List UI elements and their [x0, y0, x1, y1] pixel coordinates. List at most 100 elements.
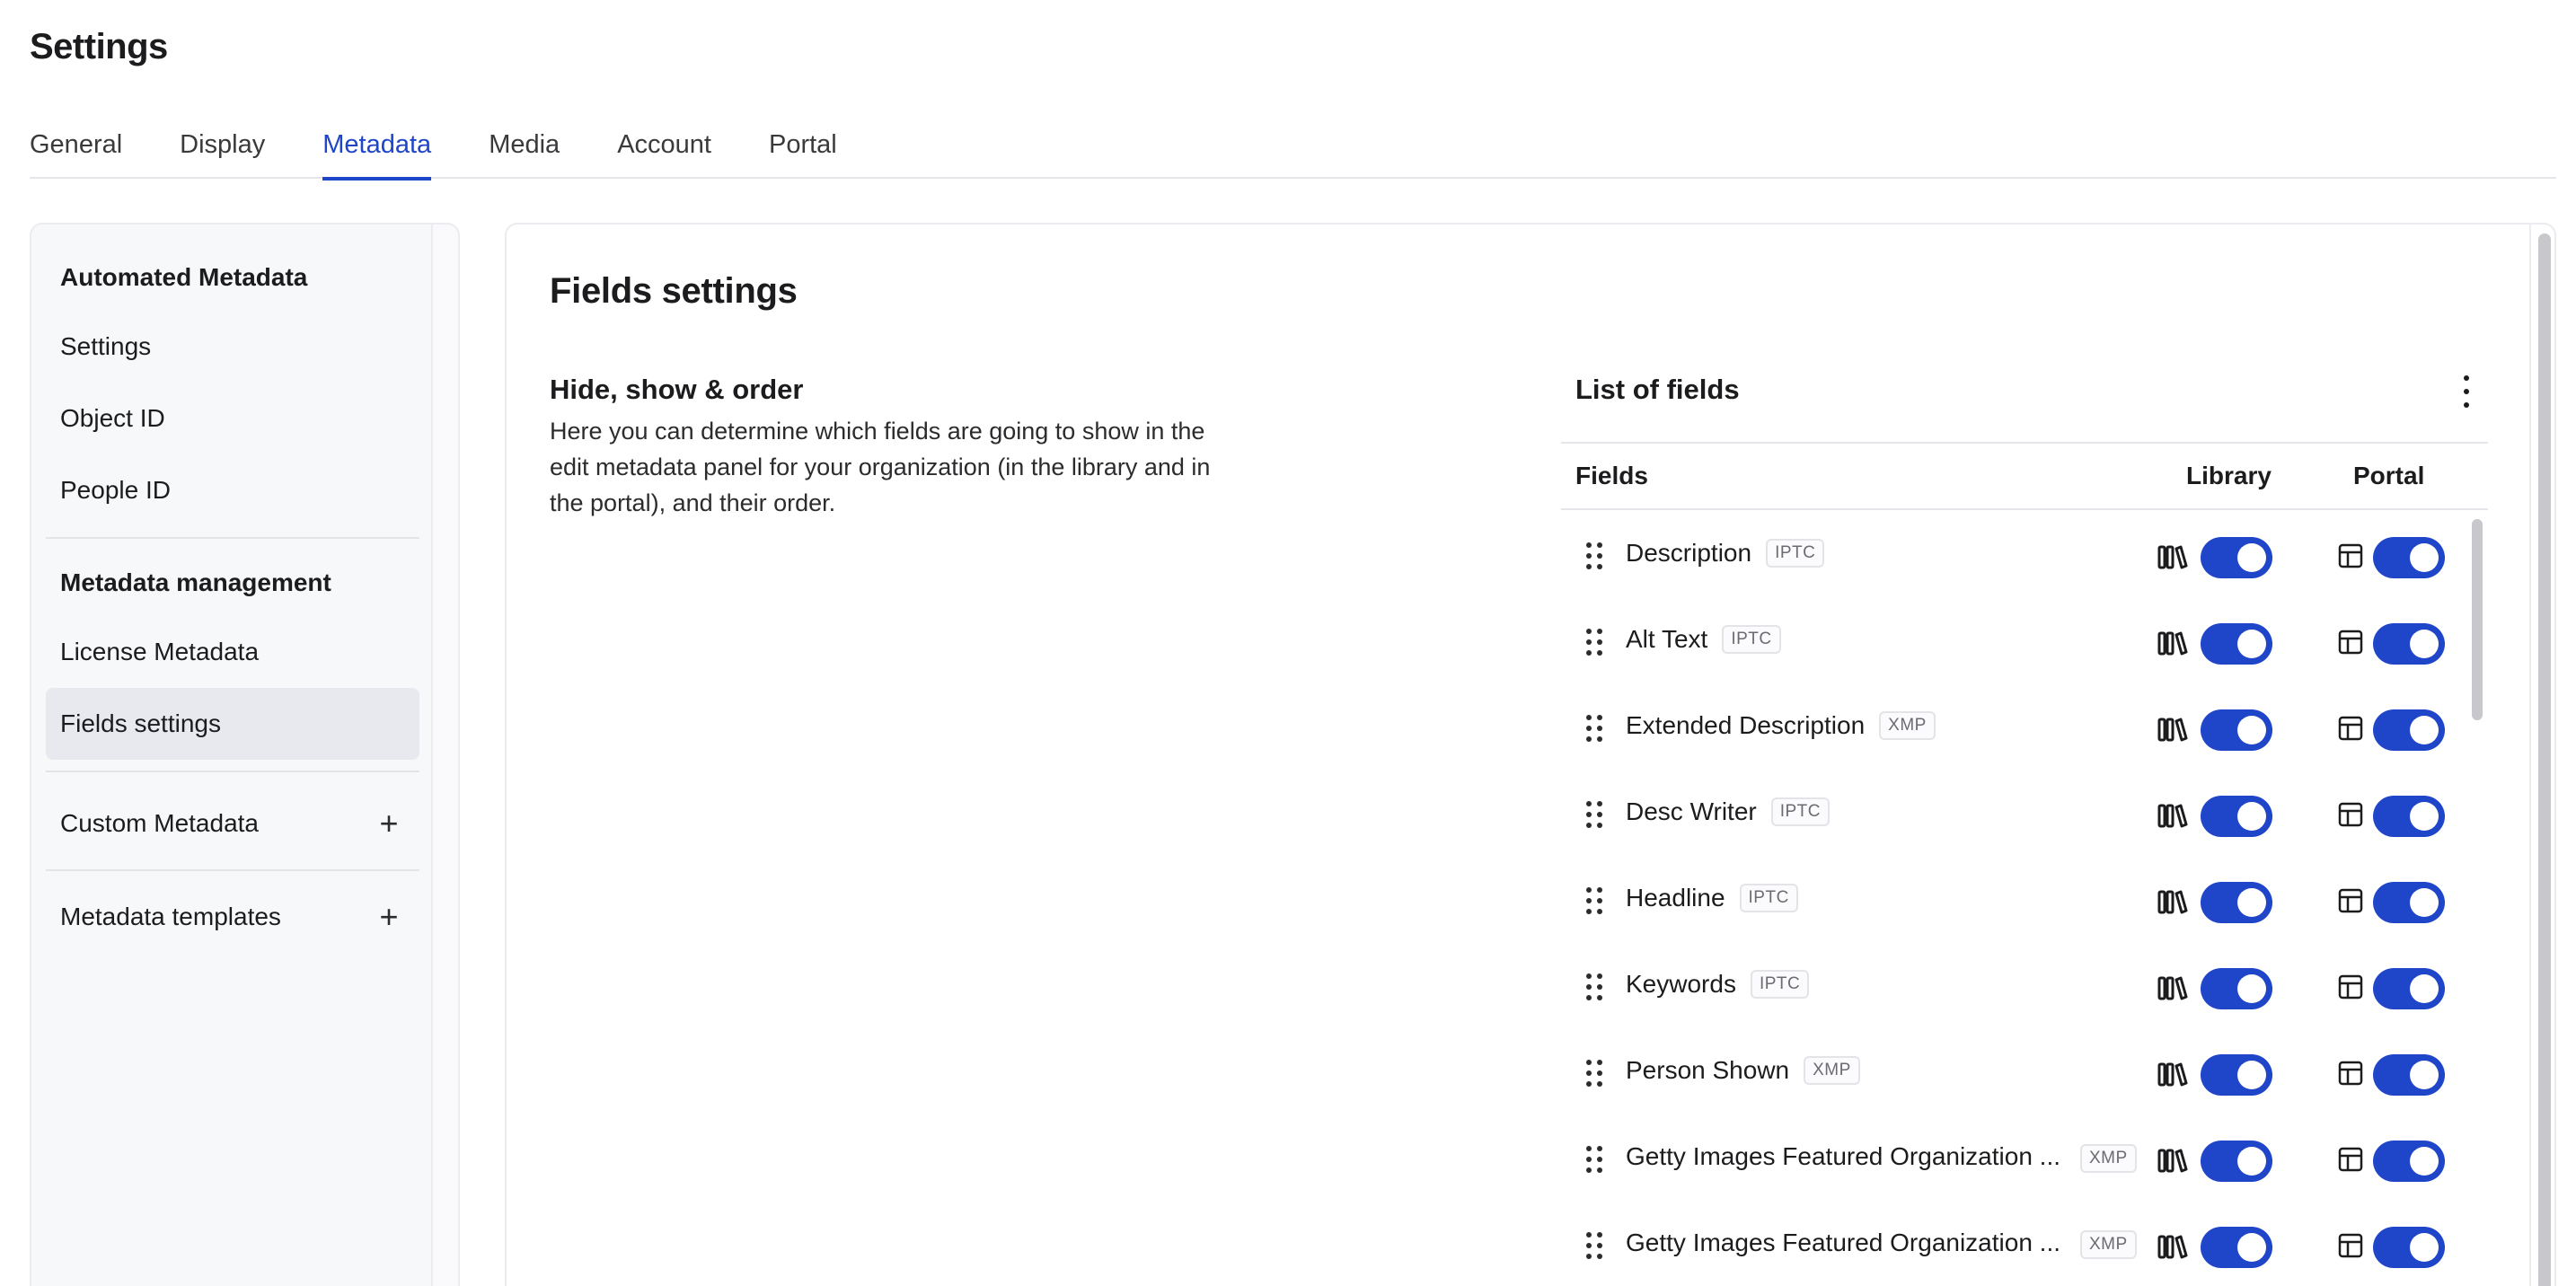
page-title: Settings: [30, 27, 168, 66]
library-icon: [2157, 718, 2188, 742]
field-name: Alt Text IPTC: [1626, 625, 1781, 654]
portal-toggle[interactable]: [2373, 1054, 2445, 1096]
sidebar: Automated Metadata Settings Object ID Pe…: [30, 223, 460, 1286]
drag-handle-icon[interactable]: [1586, 1146, 1602, 1173]
portal-toggle[interactable]: [2373, 537, 2445, 578]
library-icon: [2157, 545, 2188, 569]
table-row: Getty Images Featured Organization ... X…: [1561, 1117, 2459, 1203]
table-row: Alt Text IPTC: [1561, 600, 2459, 686]
drag-handle-icon[interactable]: [1586, 715, 1602, 742]
table-row: Getty Images Featured Organization ... X…: [1561, 1203, 2459, 1286]
field-name-text: Getty Images Featured Organization ...: [1626, 1142, 2061, 1170]
drag-handle-icon[interactable]: [1586, 629, 1602, 656]
tab-account[interactable]: Account: [617, 124, 711, 179]
list-title: List of fields: [1575, 374, 1740, 405]
field-name-text: Description: [1626, 539, 1752, 567]
section-description: Here you can determine which fields are …: [550, 418, 1211, 516]
library-toggle[interactable]: [2201, 1227, 2272, 1268]
table-row: Desc Writer IPTC: [1561, 772, 2459, 859]
sidebar-item-settings[interactable]: Settings: [46, 311, 419, 383]
drag-handle-icon[interactable]: [1586, 801, 1602, 828]
fields-table-header: Fields Library Portal: [1561, 442, 2488, 510]
field-name: Getty Images Featured Organization ...: [1626, 1229, 2060, 1257]
drag-handle-icon[interactable]: [1586, 1060, 1602, 1087]
field-name-text: Extended Description: [1626, 711, 1866, 739]
library-toggle[interactable]: [2201, 968, 2272, 1009]
drag-handle-icon[interactable]: [1586, 1232, 1602, 1259]
list-scrollbar[interactable]: [2472, 519, 2483, 720]
library-toggle[interactable]: [2201, 1054, 2272, 1096]
portal-icon: [2338, 802, 2363, 827]
tab-display[interactable]: Display: [180, 124, 265, 179]
field-name-text: Alt Text: [1626, 625, 1708, 653]
section-title: Hide, show & order: [550, 374, 804, 405]
field-standard-badge: IPTC: [1722, 625, 1781, 654]
library-toggle[interactable]: [2201, 1141, 2272, 1182]
sidebar-divider: [46, 771, 419, 772]
library-toggle[interactable]: [2201, 709, 2272, 751]
portal-toggle[interactable]: [2373, 796, 2445, 837]
library-toggle[interactable]: [2201, 882, 2272, 923]
tab-general[interactable]: General: [30, 124, 122, 179]
field-name-text: Headline: [1626, 884, 1725, 912]
field-standard-badge: XMP: [2080, 1144, 2137, 1173]
library-toggle[interactable]: [2201, 796, 2272, 837]
field-name: Desc Writer IPTC: [1626, 797, 1830, 826]
library-toggle[interactable]: [2201, 537, 2272, 578]
library-icon: [2157, 1235, 2188, 1259]
table-row: Keywords IPTC: [1561, 945, 2459, 1031]
library-icon: [2157, 1062, 2188, 1087]
portal-icon: [2338, 630, 2363, 655]
drag-handle-icon[interactable]: [1586, 542, 1602, 569]
portal-toggle[interactable]: [2373, 882, 2445, 923]
portal-toggle[interactable]: [2373, 709, 2445, 751]
library-icon: [2157, 976, 2188, 1000]
field-standard-badge: IPTC: [1739, 884, 1798, 912]
panel-title: Fields settings: [550, 271, 798, 311]
portal-icon: [2338, 1233, 2363, 1258]
drag-handle-icon[interactable]: [1586, 887, 1602, 914]
library-icon: [2157, 804, 2188, 828]
sidebar-item-metadata-templates[interactable]: Metadata templates +: [46, 876, 419, 957]
plus-icon[interactable]: +: [373, 783, 405, 864]
portal-toggle[interactable]: [2373, 968, 2445, 1009]
portal-icon: [2338, 1061, 2363, 1086]
tab-portal[interactable]: Portal: [769, 124, 837, 179]
table-row: Headline IPTC: [1561, 859, 2459, 945]
portal-icon: [2338, 1147, 2363, 1172]
plus-icon[interactable]: +: [373, 876, 405, 957]
library-icon: [2157, 631, 2188, 656]
panel-scrollbar-thumb[interactable]: [2538, 233, 2551, 1286]
sidebar-item-object-id[interactable]: Object ID: [46, 383, 419, 454]
field-standard-badge: IPTC: [1770, 797, 1830, 826]
fields-settings-panel: Fields settings Hide, show & order Here …: [505, 223, 2556, 1286]
sidebar-heading-automated: Automated Metadata: [60, 263, 308, 291]
sidebar-item-fields-settings[interactable]: Fields settings: [46, 688, 419, 760]
fields-list: List of fields Fields Library Portal Des…: [1561, 357, 2488, 1286]
portal-icon: [2338, 974, 2363, 1000]
sidebar-item-custom-metadata[interactable]: Custom Metadata +: [46, 783, 419, 864]
portal-toggle[interactable]: [2373, 1141, 2445, 1182]
sidebar-divider: [46, 869, 419, 871]
more-options-icon[interactable]: [2457, 375, 2475, 408]
sidebar-item-label: Metadata templates: [60, 903, 281, 930]
tab-media[interactable]: Media: [489, 124, 560, 179]
field-name: Description IPTC: [1626, 539, 1825, 568]
sidebar-scrollbar[interactable]: [431, 225, 458, 1286]
field-name: Extended Description XMP: [1626, 711, 1936, 740]
sidebar-item-license-metadata[interactable]: License Metadata: [46, 616, 419, 688]
drag-handle-icon[interactable]: [1586, 973, 1602, 1000]
library-toggle[interactable]: [2201, 623, 2272, 665]
sidebar-item-people-id[interactable]: People ID: [46, 454, 419, 526]
field-name: Getty Images Featured Organization ...: [1626, 1142, 2060, 1171]
portal-toggle[interactable]: [2373, 1227, 2445, 1268]
tab-metadata[interactable]: Metadata: [322, 124, 431, 181]
field-name-text: Keywords: [1626, 970, 1736, 998]
portal-toggle[interactable]: [2373, 623, 2445, 665]
fields-rows: Description IPTC Alt Text IPTC Extended …: [1561, 514, 2459, 1286]
field-standard-badge: IPTC: [1766, 539, 1825, 568]
settings-tabs: General Display Metadata Media Account P…: [30, 124, 2556, 181]
column-header-portal: Portal: [2353, 462, 2425, 489]
field-name: Person Shown XMP: [1626, 1056, 1860, 1085]
panel-scrollbar[interactable]: [2529, 225, 2554, 1286]
